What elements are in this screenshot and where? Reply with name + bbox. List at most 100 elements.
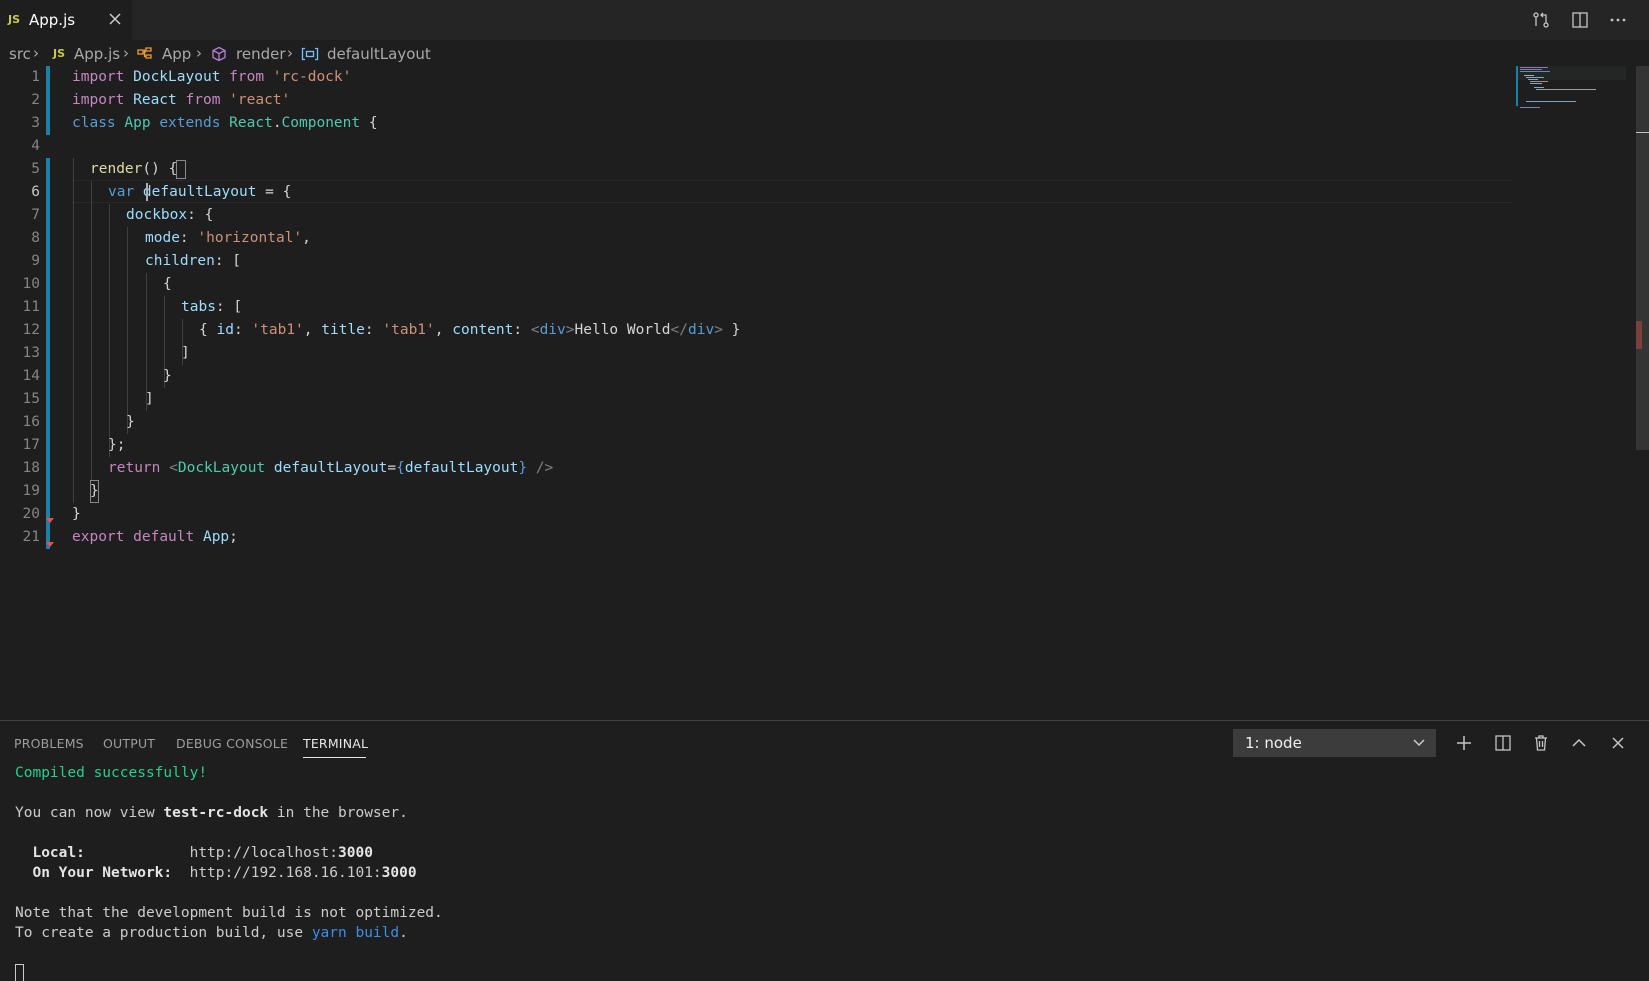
- code-line-16: }: [126, 414, 135, 430]
- git-modified-indicator[interactable]: [46, 158, 50, 549]
- code-line-18: return <DockLayout defaultLayout={defaul…: [108, 460, 554, 476]
- line-number: 10: [22, 276, 40, 292]
- bottom-panel: PROBLEMS OUTPUT DEBUG CONSOLE TERMINAL 1…: [0, 720, 1649, 981]
- indent-guide: [73, 158, 74, 503]
- js-file-icon: JS: [53, 47, 66, 60]
- vertical-scrollbar[interactable]: [1636, 66, 1649, 450]
- code-line-12: { id: 'tab1', title: 'tab1', content: <d…: [199, 322, 741, 338]
- git-deleted-indicator[interactable]: [46, 518, 54, 523]
- minimap[interactable]: [1516, 66, 1636, 116]
- code-line-11: tabs: [: [181, 299, 243, 315]
- terminal-line: You can now view test-rc-dock in the bro…: [15, 805, 408, 821]
- tab-filename: App.js: [29, 11, 76, 29]
- breadcrumb-src[interactable]: src: [9, 45, 31, 63]
- code-line-2: import React from 'react': [72, 92, 291, 108]
- tab-debug-console[interactable]: DEBUG CONSOLE: [176, 736, 288, 751]
- line-number: 7: [31, 207, 40, 223]
- scrollbar-change-marker: [1636, 321, 1642, 349]
- js-file-icon: JS: [8, 13, 21, 26]
- line-number: 11: [22, 299, 40, 315]
- line-number: 15: [22, 391, 40, 407]
- indent-guide: [91, 181, 92, 480]
- class-icon: [136, 46, 153, 65]
- terminal-line: Note that the development build is not o…: [15, 905, 443, 921]
- line-number: 8: [31, 230, 40, 246]
- line-number: 17: [22, 437, 40, 453]
- line-number: 12: [22, 322, 40, 338]
- code-line-13: ]: [181, 345, 190, 361]
- line-number-active: 6: [31, 184, 40, 200]
- terminal-line: Compiled successfully!: [15, 765, 208, 781]
- tab-output[interactable]: OUTPUT: [103, 736, 155, 751]
- more-actions-icon[interactable]: [1607, 9, 1629, 31]
- open-changes-icon[interactable]: [1530, 9, 1552, 31]
- indent-guide: [109, 204, 110, 457]
- code-line-5: render() {: [90, 161, 178, 177]
- code-editor[interactable]: 1 2 3 4 5 6 7 8 9 10 11 12 13 14 15 16 1…: [0, 66, 1649, 720]
- text-cursor: [146, 183, 148, 201]
- code-line-17: };: [108, 437, 126, 453]
- code-line-19: }: [90, 480, 99, 503]
- line-number: 20: [22, 506, 40, 522]
- terminal-line: Local: http://localhost:3000: [15, 845, 373, 861]
- chevron-up-icon[interactable]: [1567, 731, 1591, 755]
- line-number-gutter: 1 2 3 4 5 6 7 8 9 10 11 12 13 14 15 16 1…: [0, 66, 44, 720]
- breadcrumb-variable[interactable]: defaultLayout: [327, 45, 431, 63]
- breadcrumb-file[interactable]: App.js: [74, 45, 120, 63]
- breadcrumb-separator: ›: [196, 44, 202, 62]
- code-line-8: mode: 'horizontal',: [145, 230, 311, 246]
- code-line-6: var defaultLayout = {: [108, 184, 292, 200]
- line-number: 4: [31, 138, 40, 154]
- line-number: 16: [22, 414, 40, 430]
- code-line-21: export default App;: [72, 529, 238, 545]
- terminal-selector-value: 1: node: [1245, 734, 1302, 752]
- code-line-9: children: [: [145, 253, 242, 269]
- tab-app-js[interactable]: JS App.js: [0, 0, 132, 40]
- scrollbar-cursor-marker: [1636, 132, 1649, 133]
- close-icon[interactable]: [104, 8, 126, 30]
- line-number: 3: [31, 115, 40, 131]
- breadcrumb: src › JS App.js › App › render › default…: [0, 40, 1649, 68]
- breadcrumb-class[interactable]: App: [162, 45, 191, 63]
- code-line-10: {: [163, 276, 172, 292]
- trash-icon[interactable]: [1529, 731, 1553, 755]
- terminal-selector[interactable]: 1: node: [1233, 729, 1436, 757]
- split-editor-icon[interactable]: [1569, 9, 1591, 31]
- plus-icon[interactable]: [1452, 731, 1476, 755]
- editor-tab-bar: JS App.js: [0, 0, 1649, 40]
- code-line-20: }: [72, 506, 81, 522]
- line-number: 14: [22, 368, 40, 384]
- line-number: 21: [22, 529, 40, 545]
- indent-guide: [127, 227, 128, 434]
- breadcrumb-separator: ›: [33, 44, 39, 62]
- line-number: 19: [22, 483, 40, 499]
- active-tab-indicator: [303, 757, 366, 758]
- code-line-15: ]: [145, 391, 154, 407]
- method-icon: [211, 46, 227, 66]
- line-number: 9: [31, 253, 40, 269]
- code-line-1: import DockLayout from 'rc-dock': [72, 69, 352, 85]
- git-modified-indicator[interactable]: [46, 66, 50, 135]
- terminal-line: To create a production build, use yarn b…: [15, 925, 408, 941]
- close-panel-icon[interactable]: [1606, 731, 1630, 755]
- line-number: 2: [31, 92, 40, 108]
- breadcrumb-separator: ›: [123, 44, 129, 62]
- bracket-match-highlight: [176, 160, 186, 179]
- line-number: 5: [31, 161, 40, 177]
- variable-icon: [301, 47, 319, 65]
- terminal-line: On Your Network: http://192.168.16.101:3…: [15, 865, 417, 881]
- code-line-3: class App extends React.Component {: [72, 115, 378, 131]
- line-number: 1: [31, 69, 40, 85]
- line-number: 18: [22, 460, 40, 476]
- code-line-14: }: [163, 368, 172, 384]
- breadcrumb-method[interactable]: render: [236, 45, 286, 63]
- tab-terminal[interactable]: TERMINAL: [303, 736, 368, 751]
- line-number: 13: [22, 345, 40, 361]
- tab-problems[interactable]: PROBLEMS: [14, 736, 84, 751]
- terminal-cursor: [15, 964, 24, 981]
- breadcrumb-separator: ›: [287, 44, 293, 62]
- chevron-down-icon: [1412, 733, 1426, 755]
- code-line-7: dockbox: {: [126, 207, 214, 223]
- split-terminal-icon[interactable]: [1491, 731, 1515, 755]
- git-deleted-indicator[interactable]: [46, 542, 54, 547]
